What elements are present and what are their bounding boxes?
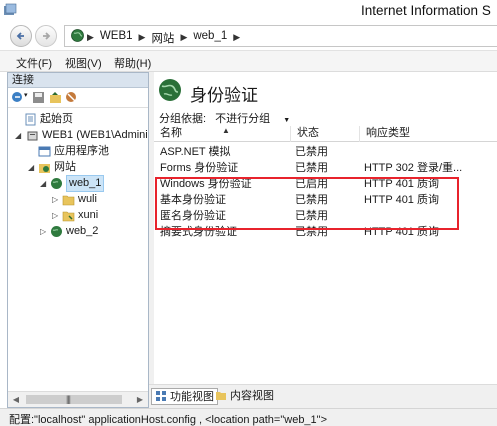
collapsed-arrow-icon[interactable]: ▷ (52, 192, 58, 207)
globe-icon (71, 29, 84, 42)
tab-content-view[interactable]: 内容视图 (215, 388, 274, 405)
content-view-icon (216, 392, 226, 400)
breadcrumb: ▶ WEB1 ▶ 网站 ▶ web_1 ▶ (87, 30, 240, 46)
table-row[interactable]: 匿名身份验证 已禁用 (154, 208, 497, 224)
breadcrumb-sites[interactable]: 网站 (151, 30, 174, 46)
dropdown-arrow-icon[interactable]: ▾ (24, 91, 28, 99)
server-icon (27, 131, 38, 141)
status-bar: 配置:"localhost" applicationHost.config , … (0, 408, 497, 426)
breadcrumb-server[interactable]: WEB1 (100, 30, 133, 46)
horizontal-scrollbar[interactable]: ◀ ||| ▶ (8, 391, 148, 407)
table-row[interactable]: ASP.NET 模拟 已禁用 (154, 144, 497, 160)
menu-help[interactable]: 帮助(H) (114, 55, 151, 71)
connections-toolbar: ▾ (8, 88, 148, 108)
connect-icon[interactable] (11, 91, 24, 104)
connections-pane: 连接 ▾ 起始页 ◢ WEB1 (WEB1\Adminis 应用程序池 ◢ 网站… (7, 72, 149, 408)
dropdown-arrow-icon[interactable]: ▼ (283, 117, 290, 124)
folder-icon (62, 195, 75, 206)
address-bar: ▶ WEB1 ▶ 网站 ▶ web_1 ▶ (0, 22, 497, 50)
collapsed-arrow-icon[interactable]: ▷ (52, 208, 58, 223)
virtual-dir-icon (62, 211, 75, 222)
table-row[interactable]: Forms 身份验证 已禁用 HTTP 302 登录/重... (154, 160, 497, 176)
scroll-grip-icon: ||| (66, 394, 71, 404)
menu-view[interactable]: 视图(V) (65, 55, 102, 71)
column-header-status[interactable]: 状态 (291, 126, 360, 142)
features-view-icon (156, 391, 166, 401)
menu-bar: 文件(F) 视图(V) 帮助(H) (0, 50, 497, 72)
breadcrumb-separator-icon: ▶ (180, 32, 188, 42)
forward-arrow-icon (43, 32, 51, 40)
status-text: 配置:"localhost" applicationHost.config , … (9, 414, 328, 426)
scroll-left-icon[interactable]: ◀ (8, 392, 24, 407)
start-page-icon (25, 113, 36, 126)
up-folder-icon[interactable] (49, 91, 62, 104)
address-path[interactable]: ▶ WEB1 ▶ 网站 ▶ web_1 ▶ (64, 25, 497, 47)
table-row[interactable]: 摘要式身份验证 已禁用 HTTP 401 质询 (154, 224, 497, 240)
sites-folder-icon (39, 164, 50, 173)
table-row[interactable]: Windows 身份验证 已启用 HTTP 401 质询 (154, 176, 497, 192)
auth-grid: 名称 ▲ 状态 响应类型 ASP.NET 模拟 已禁用 Forms 身份验证 已禁用… (154, 126, 497, 376)
expanded-arrow-icon[interactable]: ◢ (28, 160, 34, 175)
menu-file[interactable]: 文件(F) (16, 55, 52, 71)
tab-features-view[interactable]: 功能视图 (151, 388, 218, 405)
sort-ascending-icon: ▲ (222, 126, 230, 135)
page-title: 身份验证 (190, 86, 258, 105)
expanded-arrow-icon[interactable]: ◢ (40, 176, 46, 191)
breadcrumb-separator-icon: ▶ (233, 32, 241, 42)
breadcrumb-separator-icon: ▶ (138, 32, 146, 42)
column-header-response-type[interactable]: 响应类型 (360, 126, 497, 142)
scroll-thumb[interactable] (26, 395, 122, 404)
group-by-label: 分组依据: (159, 113, 207, 125)
iis-app-icon (4, 3, 17, 15)
globe-icon (51, 226, 62, 237)
view-tabs: 功能视图 内容视图 (149, 384, 497, 408)
feature-header: 身份验证 (154, 72, 497, 110)
connections-header: 连接 (8, 73, 148, 88)
back-arrow-icon (16, 32, 24, 40)
globe-icon (159, 79, 181, 101)
back-button[interactable] (10, 25, 32, 47)
disconnect-icon[interactable] (65, 91, 78, 104)
breadcrumb-site[interactable]: web_1 (193, 30, 227, 46)
collapsed-arrow-icon[interactable]: ▷ (40, 224, 46, 239)
breadcrumb-separator-icon: ▶ (87, 32, 94, 42)
globe-icon (51, 178, 62, 189)
column-header-name[interactable]: 名称 ▲ (154, 126, 291, 142)
window-title: Internet Information S (361, 3, 491, 18)
table-row[interactable]: 基本身份验证 已禁用 HTTP 401 质询 (154, 192, 497, 208)
feature-pane: 身份验证 分组依据: 不进行分组 ▼ 名称 ▲ 状态 响应类型 ASP.NET … (154, 72, 497, 408)
save-icon[interactable] (32, 91, 45, 104)
title-bar: Internet Information S (0, 0, 497, 22)
connections-tree: 起始页 ◢ WEB1 (WEB1\Adminis 应用程序池 ◢ 网站 ◢ we… (15, 113, 148, 239)
forward-button[interactable] (35, 25, 57, 47)
expanded-arrow-icon[interactable]: ◢ (15, 128, 21, 143)
scroll-right-icon[interactable]: ▶ (132, 392, 148, 407)
grid-header: 名称 ▲ 状态 响应类型 (154, 126, 497, 142)
app-pool-icon (38, 146, 51, 157)
